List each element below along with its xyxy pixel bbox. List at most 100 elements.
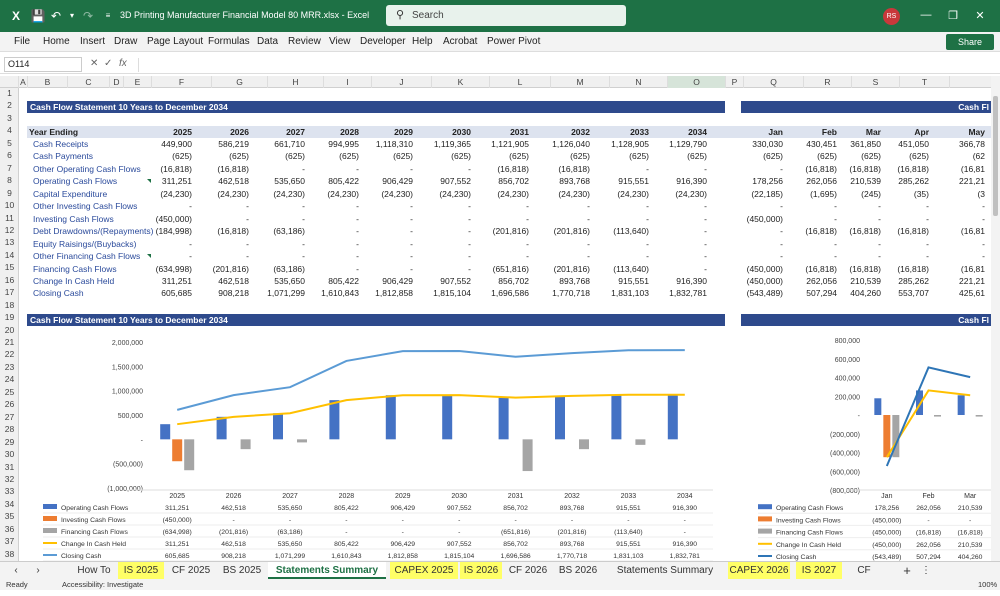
column-header-C[interactable]: C — [68, 76, 110, 88]
column-header-M[interactable]: M — [551, 76, 610, 88]
name-box[interactable]: O114 — [4, 57, 82, 72]
undo-icon[interactable]: ↶ — [48, 8, 64, 24]
column-header-F[interactable]: F — [152, 76, 212, 88]
add-sheet-icon[interactable]: + — [900, 562, 914, 579]
bar-operating-cash-flows[interactable] — [667, 394, 678, 440]
row-header-37[interactable]: 37 — [0, 536, 19, 546]
row-header-10[interactable]: 10 — [0, 200, 19, 210]
row-header-21[interactable]: 21 — [0, 337, 19, 347]
minimize-icon[interactable]: — — [918, 9, 934, 21]
bar-financing-cash-flows[interactable] — [240, 439, 251, 450]
column-header-D[interactable]: D — [110, 76, 124, 88]
redo-icon[interactable]: ↷ — [80, 8, 96, 24]
row-header-16[interactable]: 16 — [0, 275, 19, 285]
column-header-H[interactable]: H — [268, 76, 324, 88]
next-sheet-icon[interactable]: › — [32, 562, 44, 579]
row-header-33[interactable]: 33 — [0, 486, 19, 496]
row-header-20[interactable]: 20 — [0, 325, 19, 335]
row-header-30[interactable]: 30 — [0, 449, 19, 459]
sheet-tab[interactable]: IS 2025 — [118, 562, 164, 579]
sheet-tab[interactable]: CF 2026 — [506, 562, 550, 579]
row-header-34[interactable]: 34 — [0, 499, 19, 509]
sheet-tab[interactable]: Statements Summary 2025 — [268, 562, 386, 593]
column-header-N[interactable]: N — [610, 76, 668, 88]
row-header-1[interactable]: 1 — [0, 88, 19, 98]
bar-financing-cash-flows[interactable] — [975, 415, 983, 417]
sheet-tab[interactable]: CAPEX 2026 — [728, 562, 790, 579]
column-header-G[interactable]: G — [212, 76, 268, 88]
menu-review[interactable]: Review — [288, 36, 321, 47]
row-header-9[interactable]: 9 — [0, 188, 19, 198]
column-header-T[interactable]: T — [900, 76, 950, 88]
bar-financing-cash-flows[interactable] — [934, 415, 941, 417]
line-change-in-cash-held[interactable] — [177, 393, 685, 426]
close-icon[interactable]: ✕ — [972, 9, 988, 22]
sheet-tab[interactable]: Statements Summary 2026 — [606, 562, 724, 593]
scrollbar-thumb[interactable] — [993, 96, 998, 216]
bar-financing-cash-flows[interactable] — [635, 439, 646, 445]
menu-file[interactable]: File — [14, 36, 30, 47]
row-header-24[interactable]: 24 — [0, 374, 19, 384]
bar-investing-cash-flows[interactable] — [172, 439, 183, 462]
row-header-26[interactable]: 26 — [0, 399, 19, 409]
sheet-tab[interactable]: BS 2026 — [554, 562, 602, 579]
row-header-23[interactable]: 23 — [0, 362, 19, 372]
bar-operating-cash-flows[interactable] — [273, 413, 283, 440]
fx-icon[interactable]: fx — [119, 58, 127, 69]
worksheet-grid[interactable]: Cash Flow Statement 10 Years to December… — [19, 88, 991, 561]
row-header-19[interactable]: 19 — [0, 312, 19, 322]
bar-operating-cash-flows[interactable] — [216, 416, 227, 440]
menu-page-layout[interactable]: Page Layout — [147, 36, 203, 47]
column-header-A[interactable]: A — [19, 76, 28, 88]
row-header-2[interactable]: 2 — [0, 100, 19, 110]
bar-operating-cash-flows[interactable] — [498, 397, 509, 440]
row-header-36[interactable]: 36 — [0, 524, 19, 534]
restore-icon[interactable]: ❐ — [945, 9, 961, 22]
row-header-29[interactable]: 29 — [0, 437, 19, 447]
menu-formulas[interactable]: Formulas — [208, 36, 250, 47]
column-header-B[interactable]: B — [28, 76, 68, 88]
row-header-13[interactable]: 13 — [0, 237, 19, 247]
row-header-14[interactable]: 14 — [0, 250, 19, 260]
row-header-31[interactable]: 31 — [0, 462, 19, 472]
zoom-level[interactable]: 100% — [978, 580, 997, 589]
bar-operating-cash-flows[interactable] — [160, 424, 171, 440]
menu-acrobat[interactable]: Acrobat — [443, 36, 477, 47]
save-icon[interactable]: 💾 — [30, 8, 46, 24]
row-header-28[interactable]: 28 — [0, 424, 19, 434]
column-header-L[interactable]: L — [490, 76, 551, 88]
column-header-I[interactable]: I — [324, 76, 372, 88]
customize-toolbar-icon[interactable]: ≡ — [100, 8, 116, 24]
menu-data[interactable]: Data — [257, 36, 278, 47]
menu-power-pivot[interactable]: Power Pivot — [487, 36, 540, 47]
formula-input[interactable] — [138, 58, 988, 72]
sheet-tab[interactable]: IS 2027 — [796, 562, 842, 579]
sheet-tab[interactable]: BS 2025 — [218, 562, 266, 579]
bar-financing-cash-flows[interactable] — [522, 439, 533, 472]
prev-sheet-icon[interactable]: ‹ — [10, 562, 22, 579]
column-header-S[interactable]: S — [852, 76, 900, 88]
bar-operating-cash-flows[interactable] — [442, 395, 453, 440]
enter-icon[interactable]: ✓ — [104, 58, 112, 69]
line-closing-cash[interactable] — [176, 349, 685, 411]
sheet-tab[interactable]: How To — [70, 562, 118, 579]
column-header-E[interactable]: E — [124, 76, 152, 88]
bar-operating-cash-flows[interactable] — [874, 398, 882, 415]
menu-draw[interactable]: Draw — [114, 36, 137, 47]
menu-help[interactable]: Help — [412, 36, 433, 47]
bar-operating-cash-flows[interactable] — [329, 400, 340, 440]
row-header-25[interactable]: 25 — [0, 387, 19, 397]
column-header-K[interactable]: K — [432, 76, 490, 88]
bar-financing-cash-flows[interactable] — [184, 439, 195, 471]
cancel-icon[interactable]: ✕ — [90, 58, 98, 69]
row-header-15[interactable]: 15 — [0, 262, 19, 272]
bar-financing-cash-flows[interactable] — [297, 439, 307, 443]
row-header-18[interactable]: 18 — [0, 300, 19, 310]
vertical-scrollbar[interactable] — [991, 76, 1000, 561]
sheet-tab[interactable]: CF 2025 — [166, 562, 216, 579]
sheet-tab[interactable]: CAPEX 2025 — [390, 562, 458, 579]
column-header-R[interactable]: R — [804, 76, 852, 88]
row-header-3[interactable]: 3 — [0, 113, 19, 123]
menu-view[interactable]: View — [329, 36, 351, 47]
sheet-tab[interactable]: IS 2026 — [460, 562, 502, 579]
